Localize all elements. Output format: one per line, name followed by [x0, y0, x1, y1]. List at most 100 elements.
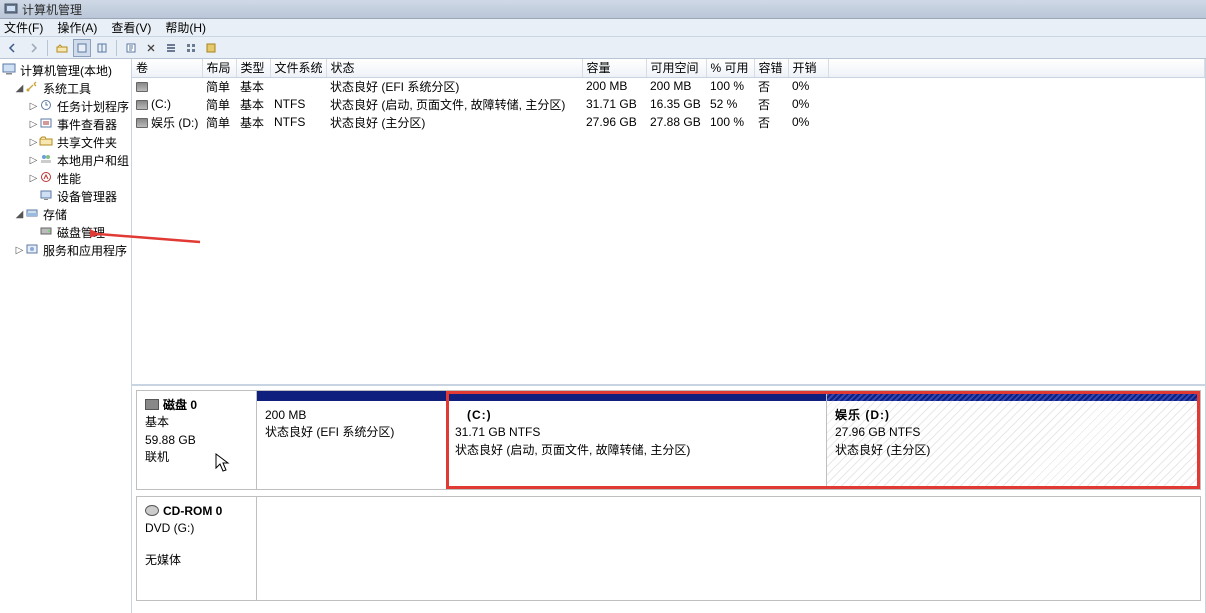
expand-icon[interactable]: ▷: [28, 173, 39, 184]
clock-icon: [39, 99, 55, 113]
partition-size: 200 MB: [265, 407, 438, 424]
volume-row[interactable]: 简单 基本 状态良好 (EFI 系统分区) 200 MB 200 MB 100 …: [132, 77, 1205, 95]
tree-system-tools[interactable]: ◢ 系统工具: [0, 79, 131, 97]
delete-button[interactable]: [142, 39, 160, 57]
volume-row[interactable]: 娱乐 (D:) 简单 基本 NTFS 状态良好 (主分区) 27.96 GB 2…: [132, 113, 1205, 131]
expand-icon[interactable]: ▷: [28, 137, 39, 148]
nav-tree[interactable]: 计算机管理(本地) ◢ 系统工具 ▷ 任务计划程序 ▷ 事件查看器 ▷ 共享文件…: [0, 59, 132, 613]
disk-info[interactable]: CD-ROM 0 DVD (G:) 无媒体: [137, 497, 257, 600]
col-status[interactable]: 状态: [326, 59, 582, 77]
disk-row-0[interactable]: 磁盘 0 基本 59.88 GB 联机 200 MB: [136, 390, 1201, 490]
cell-status: 状态良好 (EFI 系统分区): [326, 77, 582, 95]
forward-button[interactable]: [24, 39, 42, 57]
expand-icon[interactable]: ▷: [28, 155, 39, 166]
cell-fs: NTFS: [270, 95, 326, 113]
volume-icon: [136, 82, 148, 92]
menu-file[interactable]: 文件(F): [4, 19, 43, 36]
tree-performance[interactable]: ▷ 性能: [0, 169, 131, 187]
list-view-button[interactable]: [162, 39, 180, 57]
toolbar: [0, 37, 1206, 59]
tree-local-users[interactable]: ▷ 本地用户和组: [0, 151, 131, 169]
expand-icon[interactable]: ▷: [14, 245, 25, 256]
menu-action[interactable]: 操作(A): [57, 19, 97, 36]
cell-free: 16.35 GB: [646, 95, 706, 113]
col-free[interactable]: 可用空间: [646, 59, 706, 77]
tree-disk-management[interactable]: ▷ 磁盘管理: [0, 223, 131, 241]
window-titlebar: 计算机管理: [0, 0, 1206, 19]
col-type[interactable]: 类型: [236, 59, 270, 77]
tree-shared-folders[interactable]: ▷ 共享文件夹: [0, 133, 131, 151]
col-spacer: [828, 59, 1205, 77]
tree-event-viewer[interactable]: ▷ 事件查看器: [0, 115, 131, 133]
col-volume[interactable]: 卷: [132, 59, 202, 77]
performance-icon: [39, 171, 55, 185]
tree-root[interactable]: 计算机管理(本地): [0, 61, 131, 79]
cell-type: 基本: [236, 113, 270, 131]
tree-task-scheduler[interactable]: ▷ 任务计划程序: [0, 97, 131, 115]
up-button[interactable]: [53, 39, 71, 57]
cell-fault: 否: [754, 113, 788, 131]
partition-status: 状态良好 (主分区): [835, 442, 1192, 459]
partition-label: 娱乐 (D:): [835, 407, 1192, 424]
cell-layout: 简单: [202, 77, 236, 95]
tree-storage[interactable]: ◢ 存储: [0, 205, 131, 223]
partition-c[interactable]: (C:) 31.71 GB NTFS 状态良好 (启动, 页面文件, 故障转储,…: [447, 391, 827, 489]
col-layout[interactable]: 布局: [202, 59, 236, 77]
export-button[interactable]: [122, 39, 140, 57]
cell-volume: (C:): [151, 97, 171, 111]
storage-icon: [25, 207, 41, 221]
disk-state: 联机: [145, 449, 248, 466]
tree-device-manager[interactable]: ▷ 设备管理器: [0, 187, 131, 205]
col-filesystem[interactable]: 文件系统: [270, 59, 326, 77]
cell-free: 27.88 GB: [646, 113, 706, 131]
expand-icon[interactable]: ▷: [28, 101, 39, 112]
menu-view[interactable]: 查看(V): [111, 19, 151, 36]
tree-label: 存储: [43, 206, 67, 223]
partition-efi[interactable]: 200 MB 状态良好 (EFI 系统分区): [257, 391, 447, 489]
computer-icon: [2, 63, 18, 77]
cell-overhead: 0%: [788, 113, 828, 131]
volume-list[interactable]: 卷 布局 类型 文件系统 状态 容量 可用空间 % 可用 容错 开销: [132, 59, 1205, 386]
tree-root-label: 计算机管理(本地): [20, 62, 112, 79]
cell-fs: [270, 77, 326, 95]
disk-graphical-view[interactable]: 磁盘 0 基本 59.88 GB 联机 200 MB: [132, 386, 1205, 613]
detail-view-button[interactable]: [182, 39, 200, 57]
collapse-icon[interactable]: ◢: [14, 209, 25, 220]
column-headers[interactable]: 卷 布局 类型 文件系统 状态 容量 可用空间 % 可用 容错 开销: [132, 59, 1205, 77]
col-pctfree[interactable]: % 可用: [706, 59, 754, 77]
disk-partitions: [257, 497, 1200, 600]
disk-size: 59.88 GB: [145, 432, 248, 449]
back-button[interactable]: [4, 39, 22, 57]
cell-pctfree: 100 %: [706, 113, 754, 131]
tree-label: 本地用户和组: [57, 152, 129, 169]
disk-name: CD-ROM 0: [163, 504, 222, 518]
cell-free: 200 MB: [646, 77, 706, 95]
partition-status: 状态良好 (EFI 系统分区): [265, 424, 438, 441]
tree-services-apps[interactable]: ▷ 服务和应用程序: [0, 241, 131, 259]
app-icon: [4, 2, 18, 16]
disk-type: DVD (G:): [145, 520, 248, 537]
cdrom-icon: [145, 505, 159, 516]
partition-d[interactable]: 娱乐 (D:) 27.96 GB NTFS 状态良好 (主分区): [827, 391, 1200, 489]
cell-layout: 简单: [202, 95, 236, 113]
col-overhead[interactable]: 开销: [788, 59, 828, 77]
cell-capacity: 200 MB: [582, 77, 646, 95]
menu-help[interactable]: 帮助(H): [165, 19, 206, 36]
help-button[interactable]: [202, 39, 220, 57]
refresh-button[interactable]: [93, 39, 111, 57]
col-fault[interactable]: 容错: [754, 59, 788, 77]
col-capacity[interactable]: 容量: [582, 59, 646, 77]
properties-button[interactable]: [73, 39, 91, 57]
disk-partitions: 200 MB 状态良好 (EFI 系统分区) (C:) 31.71 GB NTF…: [257, 391, 1200, 489]
disk-row-cdrom[interactable]: CD-ROM 0 DVD (G:) 无媒体: [136, 496, 1201, 601]
users-icon: [39, 153, 55, 167]
disk-state: 无媒体: [145, 552, 248, 569]
disk-info[interactable]: 磁盘 0 基本 59.88 GB 联机: [137, 391, 257, 489]
cell-status: 状态良好 (主分区): [326, 113, 582, 131]
expand-icon[interactable]: ▷: [28, 119, 39, 130]
cell-overhead: 0%: [788, 95, 828, 113]
tools-icon: [25, 81, 41, 95]
collapse-icon[interactable]: ◢: [14, 83, 25, 94]
volume-row[interactable]: (C:) 简单 基本 NTFS 状态良好 (启动, 页面文件, 故障转储, 主分…: [132, 95, 1205, 113]
tree-label: 设备管理器: [57, 188, 117, 205]
